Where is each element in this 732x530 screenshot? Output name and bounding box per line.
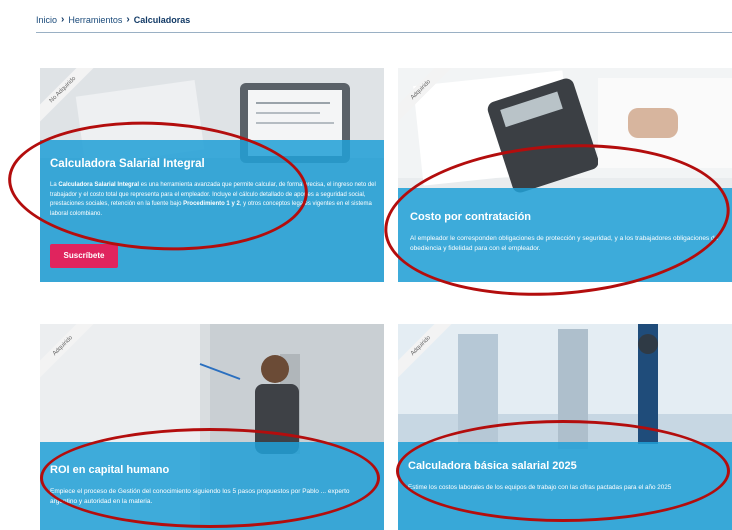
card-title[interactable]: ROI en capital humano xyxy=(50,464,169,476)
chevron-right-icon: › xyxy=(61,14,65,25)
breadcrumb-home[interactable]: Inicio xyxy=(36,15,57,25)
subscribe-button[interactable]: Suscríbete xyxy=(50,244,118,268)
card-title[interactable]: Calculadora Salarial Integral xyxy=(50,158,205,170)
card-title[interactable]: Calculadora básica salarial 2025 xyxy=(408,460,577,472)
card-title[interactable]: Costo por contratación xyxy=(410,211,531,223)
card-costo-por-contratacion[interactable]: Adquirido Costo por contratación Al empl… xyxy=(398,68,732,282)
card-overlay xyxy=(40,442,384,530)
card-description: Estime los costos laborales de los equip… xyxy=(408,484,672,491)
chevron-right-icon: › xyxy=(126,14,130,25)
breadcrumb-tools[interactable]: Herramientos xyxy=(68,15,122,25)
card-calculadora-basica-salarial[interactable]: Adquirido Calculadora básica salarial 20… xyxy=(398,324,732,530)
breadcrumb-current: Calculadoras xyxy=(133,14,191,25)
card-calculadora-salarial-integral[interactable]: No Adquirido Calculadora Salarial Integr… xyxy=(40,68,384,282)
card-description: La Calculadora Salarial Integral es una … xyxy=(50,182,376,217)
card-description: Al empleador le corresponden obligacione… xyxy=(410,235,719,252)
card-roi-capital-humano[interactable]: Adquirido ROI en capital humano Empiece … xyxy=(40,324,384,530)
card-description: Empiece el proceso de Gestión del conoci… xyxy=(50,488,350,505)
breadcrumb-divider xyxy=(36,32,732,33)
breadcrumb: Inicio › Herramientos › Calculadoras xyxy=(36,14,190,25)
